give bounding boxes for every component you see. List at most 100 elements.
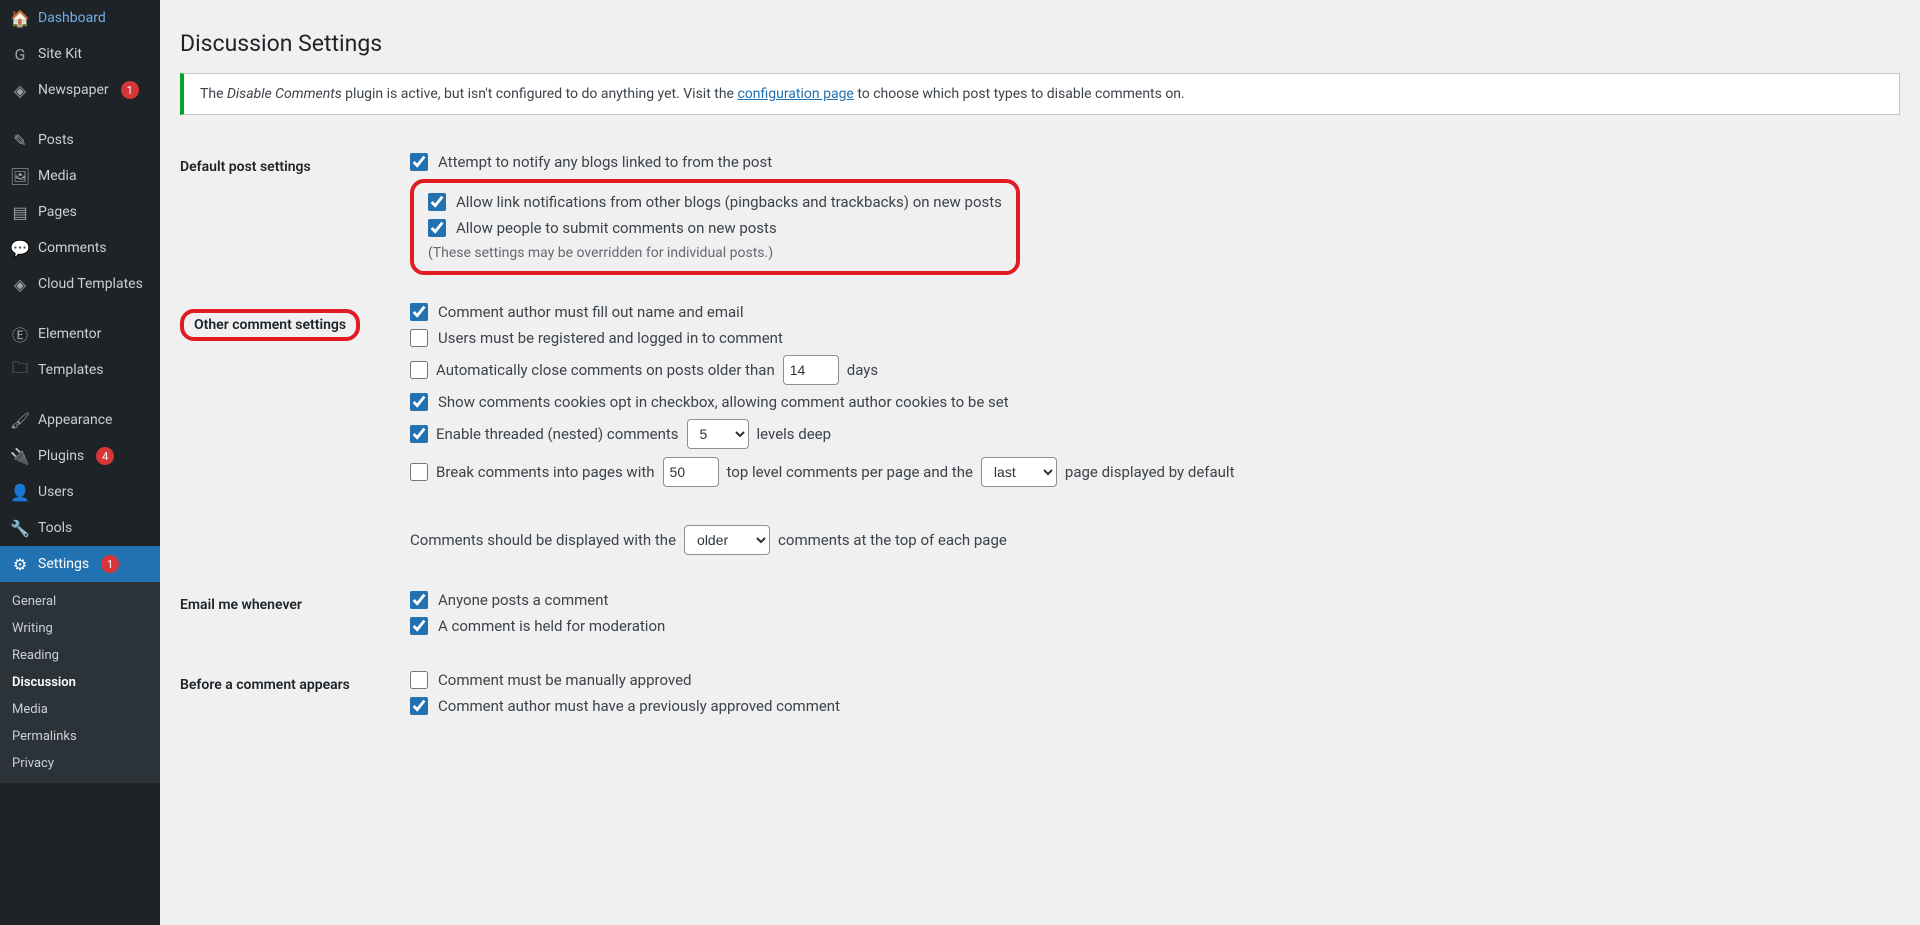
sidebar-item-settings[interactable]: ⚙ Settings 1 [0,546,160,582]
threaded-row: Enable threaded (nested) comments 5 leve… [410,419,1890,449]
manual-approve-checkbox[interactable] [410,671,428,689]
pingback-row[interactable]: Attempt to notify any blogs linked to fr… [410,153,1890,171]
sidebar-item-users[interactable]: 👤 Users [0,474,160,510]
plugin-notice: The Disable Comments plugin is active, b… [180,73,1900,115]
submenu-item-discussion[interactable]: Discussion [0,669,160,696]
sidebar-item-label: Users [38,484,74,500]
sidebar-item-posts[interactable]: ✎ Posts [0,122,160,158]
cookies-optin-checkbox[interactable] [410,393,428,411]
pingback-label: Attempt to notify any blogs linked to fr… [438,153,772,171]
sidebar-item-label: Elementor [38,326,101,342]
tools-icon: 🔧 [10,518,30,538]
cloud-templates-icon: ◈ [10,274,30,294]
main-content: Discussion Settings The Disable Comments… [160,0,1920,925]
autoclose-checkbox[interactable] [410,361,428,379]
sidebar-item-elementor[interactable]: Ⓔ Elementor [0,316,160,352]
pages-icon: ▤ [10,202,30,222]
prev-approved-label: Comment author must have a previously ap… [438,697,840,715]
display-order-select[interactable]: older [684,525,770,555]
submenu-item-general[interactable]: General [0,588,160,615]
sidebar-item-plugins[interactable]: 🔌Plugins4 [0,438,160,474]
sidebar-item-label: Site Kit [38,46,82,62]
submenu-item-media[interactable]: Media [0,696,160,723]
pingback-checkbox[interactable] [410,153,428,171]
submenu-item-privacy[interactable]: Privacy [0,750,160,777]
users-icon: 👤 [10,482,30,502]
manual-approve-row[interactable]: Comment must be manually approved [410,671,1890,689]
posts-icon: ✎ [10,130,30,150]
appearance-icon: 🖌 [10,410,30,430]
require-name-email-label: Comment author must fill out name and em… [438,303,743,321]
cookies-optin-label: Show comments cookies opt in checkbox, a… [438,393,1009,411]
paginate-checkbox[interactable] [410,463,428,481]
comments-icon: 💬 [10,238,30,258]
paginate-default-page-select[interactable]: last [981,457,1057,487]
threaded-checkbox[interactable] [410,425,428,443]
sidebar-item-comments[interactable]: 💬 Comments [0,230,160,266]
allow-comments-checkbox[interactable] [428,219,446,237]
sidebar-item-dashboard[interactable]: 🏠 Dashboard [0,0,160,36]
must-register-row[interactable]: Users must be registered and logged in t… [410,329,1890,347]
notice-text: The Disable Comments plugin is active, b… [200,86,1185,102]
threaded-levels-select[interactable]: 5 [687,419,749,449]
sidebar-item-label: Templates [38,362,104,378]
must-register-checkbox[interactable] [410,329,428,347]
sidebar-item-cloud-templates[interactable]: ◈ Cloud Templates [0,266,160,302]
require-name-email-checkbox[interactable] [410,303,428,321]
email-anyone-row[interactable]: Anyone posts a comment [410,591,1890,609]
paginate-per-page-input[interactable] [663,457,719,487]
allow-comments-label: Allow people to submit comments on new p… [456,219,777,237]
trackback-checkbox[interactable] [428,193,446,211]
annotation-highlight-other-comment: Other comment settings [180,309,360,341]
display-order-row: Comments should be displayed with the ol… [410,525,1890,555]
sidebar-item-label: Cloud Templates [38,276,143,292]
email-moderation-checkbox[interactable] [410,617,428,635]
sidebar-item-label: Settings [38,556,89,572]
section-heading-email-me: Email me whenever [180,577,400,657]
sidebar-item-appearance[interactable]: 🖌 Appearance [0,402,160,438]
must-register-label: Users must be registered and logged in t… [438,329,783,347]
settings-icon: ⚙ [10,554,30,574]
prev-approved-checkbox[interactable] [410,697,428,715]
email-anyone-checkbox[interactable] [410,591,428,609]
sidebar-item-label: Pages [38,204,77,220]
sidebar-item-label: Dashboard [38,10,106,26]
email-moderation-label: A comment is held for moderation [438,617,665,635]
cookies-optin-row[interactable]: Show comments cookies opt in checkbox, a… [410,393,1890,411]
sidebar-item-newspaper[interactable]: ◈Newspaper1 [0,72,160,108]
submenu-item-reading[interactable]: Reading [0,642,160,669]
sidebar-item-label: Comments [38,240,107,256]
sidebar-item-label: Plugins [38,448,84,464]
submenu-item-writing[interactable]: Writing [0,615,160,642]
trackback-label: Allow link notifications from other blog… [456,193,1002,211]
trackback-row[interactable]: Allow link notifications from other blog… [428,193,1002,211]
settings-submenu: GeneralWritingReadingDiscussionMediaPerm… [0,582,160,783]
default-post-note: (These settings may be overridden for in… [428,245,1002,261]
require-name-email-row[interactable]: Comment author must fill out name and em… [410,303,1890,321]
sidebar-item-label: Appearance [38,412,112,428]
sidebar-badge: 1 [101,555,119,573]
section-heading-before-appears: Before a comment appears [180,657,400,737]
annotation-highlight-default-post: Allow link notifications from other blog… [410,179,1020,275]
allow-comments-row[interactable]: Allow people to submit comments on new p… [428,219,1002,237]
sidebar-item-tools[interactable]: 🔧 Tools [0,510,160,546]
configuration-page-link[interactable]: configuration page [737,86,853,102]
email-moderation-row[interactable]: A comment is held for moderation [410,617,1890,635]
sidebar-item-templates[interactable]: 🗀 Templates [0,352,160,388]
elementor-icon: Ⓔ [10,324,30,344]
sidebar-item-site-kit[interactable]: GSite Kit [0,36,160,72]
sidebar-badge: 1 [121,81,139,99]
page-title: Discussion Settings [180,10,1900,73]
sidebar-item-label: Tools [38,520,72,536]
sidebar-item-label: Media [38,168,77,184]
dashboard-icon: 🏠 [10,8,30,28]
templates-icon: 🗀 [10,360,30,380]
sidebar-item-label: Posts [38,132,74,148]
sidebar-item-media[interactable]: 🖼Media [0,158,160,194]
prev-approved-row[interactable]: Comment author must have a previously ap… [410,697,1890,715]
newspaper-icon: ◈ [10,80,30,100]
submenu-item-permalinks[interactable]: Permalinks [0,723,160,750]
autoclose-days-input[interactable] [783,355,839,385]
manual-approve-label: Comment must be manually approved [438,671,692,689]
sidebar-item-pages[interactable]: ▤ Pages [0,194,160,230]
